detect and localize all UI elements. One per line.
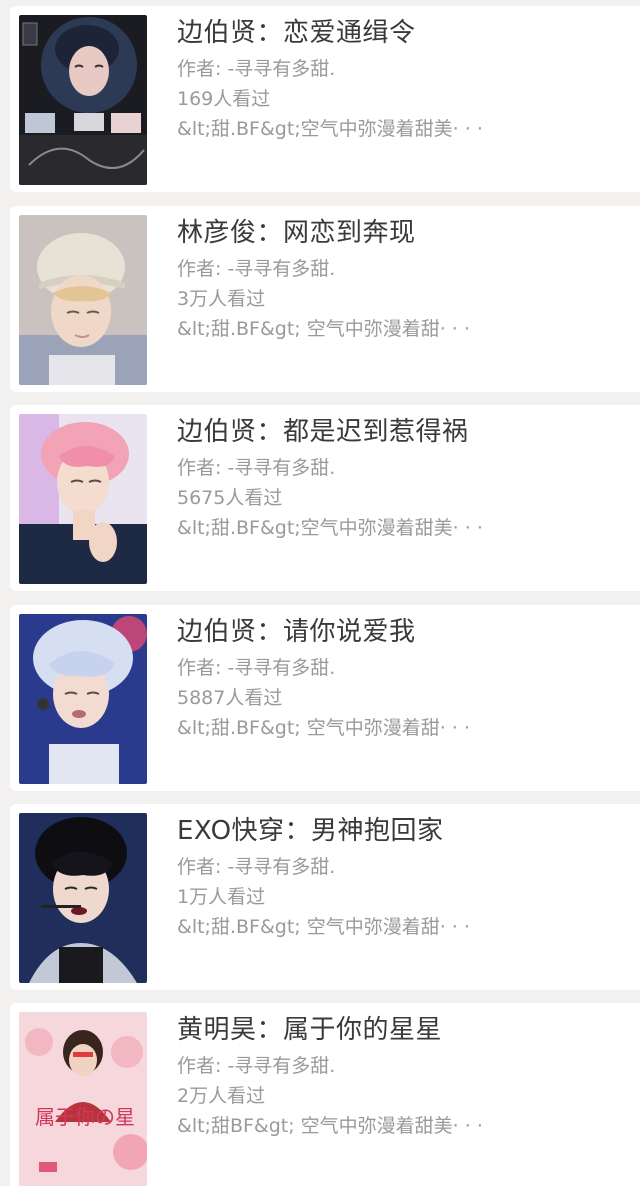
book-author: 作者: -寻寻有多甜. [177, 1055, 336, 1077]
book-cover[interactable] [19, 414, 147, 584]
book-views: 2万人看过 [177, 1085, 266, 1107]
book-info: 边伯贤：恋爱通缉令 作者: -寻寻有多甜. 169人看过 &lt;甜.BF&gt… [177, 16, 627, 144]
cover-image-stage-portrait [19, 614, 147, 784]
book-title[interactable]: 边伯贤：恋爱通缉令 [177, 16, 627, 50]
cover-image-beanie-portrait [19, 215, 147, 385]
book-author: 作者: -寻寻有多甜. [177, 258, 336, 280]
book-card[interactable]: 边伯贤：都是迟到惹得祸 作者: -寻寻有多甜. 5675人看过 &lt;甜.BF… [10, 405, 640, 591]
book-summary: &lt;甜.BF&gt; 空气中弥漫着甜· · · [177, 916, 470, 938]
book-info: 边伯贤：都是迟到惹得祸 作者: -寻寻有多甜. 5675人看过 &lt;甜.BF… [177, 415, 627, 543]
book-cover[interactable]: 属于你の星 [19, 1012, 147, 1186]
book-card[interactable]: EXO快穿：男神抱回家 作者: -寻寻有多甜. 1万人看过 &lt;甜.BF&g… [10, 804, 640, 990]
book-summary: &lt;甜.BF&gt; 空气中弥漫着甜· · · [177, 318, 470, 340]
book-summary: &lt;甜.BF&gt;空气中弥漫着甜美· · · [177, 517, 483, 539]
book-cover[interactable] [19, 614, 147, 784]
book-info: 林彦俊：网恋到奔现 作者: -寻寻有多甜. 3万人看过 &lt;甜.BF&gt;… [177, 216, 627, 344]
book-summary: &lt;甜BF&gt; 空气中弥漫着甜美· · · [177, 1115, 483, 1137]
book-views: 5887人看过 [177, 687, 283, 709]
book-summary: &lt;甜.BF&gt; 空气中弥漫着甜· · · [177, 717, 470, 739]
book-info: 黄明昊：属于你的星星 作者: -寻寻有多甜. 2万人看过 &lt;甜BF&gt;… [177, 1013, 627, 1141]
book-author: 作者: -寻寻有多甜. [177, 657, 336, 679]
book-card[interactable]: 林彦俊：网恋到奔现 作者: -寻寻有多甜. 3万人看过 &lt;甜.BF&gt;… [10, 206, 640, 392]
cover-image-dark-hair-portrait [19, 813, 147, 983]
book-card[interactable]: 边伯贤：请你说爱我 作者: -寻寻有多甜. 5887人看过 &lt;甜.BF&g… [10, 605, 640, 791]
book-info: EXO快穿：男神抱回家 作者: -寻寻有多甜. 1万人看过 &lt;甜.BF&g… [177, 814, 627, 942]
book-views: 1万人看过 [177, 886, 266, 908]
book-author: 作者: -寻寻有多甜. [177, 58, 336, 80]
book-cover[interactable] [19, 813, 147, 983]
book-title[interactable]: EXO快穿：男神抱回家 [177, 814, 627, 848]
book-card[interactable]: 属于你の星 黄明昊：属于你的星星 作者: -寻寻有多甜. 2万人看过 &lt;甜… [10, 1003, 640, 1186]
book-author: 作者: -寻寻有多甜. [177, 856, 336, 878]
book-list: 边伯贤：恋爱通缉令 作者: -寻寻有多甜. 169人看过 &lt;甜.BF&gt… [0, 0, 640, 1186]
book-title[interactable]: 边伯贤：请你说爱我 [177, 615, 627, 649]
cover-image-pink-hair-portrait [19, 414, 147, 584]
book-title[interactable]: 林彦俊：网恋到奔现 [177, 216, 627, 250]
book-summary: &lt;甜.BF&gt;空气中弥漫着甜美· · · [177, 118, 483, 140]
book-title[interactable]: 边伯贤：都是迟到惹得祸 [177, 415, 627, 449]
cover-image-dark-poster [19, 15, 147, 185]
book-views: 169人看过 [177, 88, 271, 110]
book-views: 3万人看过 [177, 288, 266, 310]
cover-image-pink-poster: 属于你の星 [19, 1012, 147, 1186]
book-cover[interactable] [19, 215, 147, 385]
cover-title-text: 属于你の星 [35, 1105, 135, 1129]
book-title[interactable]: 黄明昊：属于你的星星 [177, 1013, 627, 1047]
book-card[interactable]: 边伯贤：恋爱通缉令 作者: -寻寻有多甜. 169人看过 &lt;甜.BF&gt… [10, 6, 640, 192]
book-cover[interactable] [19, 15, 147, 185]
book-author: 作者: -寻寻有多甜. [177, 457, 336, 479]
book-views: 5675人看过 [177, 487, 283, 509]
book-info: 边伯贤：请你说爱我 作者: -寻寻有多甜. 5887人看过 &lt;甜.BF&g… [177, 615, 627, 743]
